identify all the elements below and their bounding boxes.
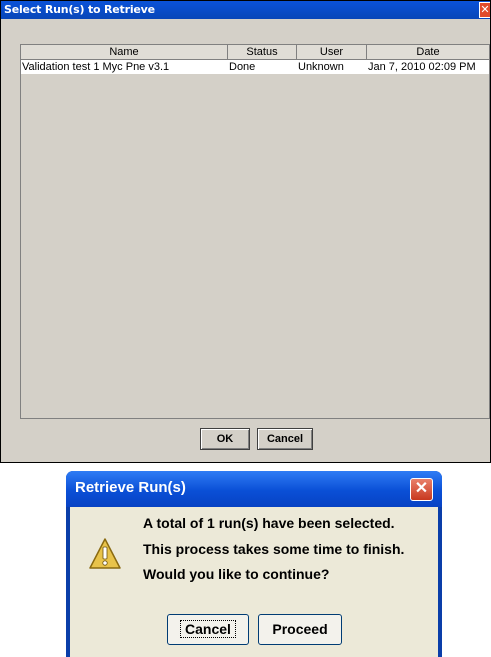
retrieve-confirm-dialog: Retrieve Run(s) ✕ A total of 1 run(s) ha… xyxy=(66,471,442,657)
cell-date: Jan 7, 2010 02:09 PM xyxy=(368,61,476,73)
message-line-3: Would you like to continue? xyxy=(143,566,330,582)
column-header-user[interactable]: User xyxy=(297,45,367,60)
proceed-button[interactable]: Proceed xyxy=(258,614,342,645)
message-line-1: A total of 1 run(s) have been selected. xyxy=(143,515,395,531)
cancel-button[interactable]: Cancel xyxy=(167,614,249,645)
close-icon[interactable]: ✕ xyxy=(410,478,433,501)
dialog-title: Retrieve Run(s) xyxy=(75,479,186,496)
dialog-body: A total of 1 run(s) have been selected. … xyxy=(70,507,438,657)
cell-user: Unknown xyxy=(298,61,344,73)
cancel-button-label: Cancel xyxy=(180,620,236,638)
select-runs-dialog: Select Run(s) to Retrieve ✕ Name Status … xyxy=(0,0,491,463)
table-header: Name Status User Date xyxy=(21,45,489,60)
cancel-button[interactable]: Cancel xyxy=(257,428,313,450)
column-header-date[interactable]: Date xyxy=(367,45,489,60)
column-header-status[interactable]: Status xyxy=(228,45,297,60)
table-row[interactable]: Validation test 1 Myc Pne v3.1 Done Unkn… xyxy=(21,60,489,74)
cell-name: Validation test 1 Myc Pne v3.1 xyxy=(22,61,170,73)
column-header-name[interactable]: Name xyxy=(21,45,228,60)
message-line-2: This process takes some time to finish. xyxy=(143,541,405,557)
title-bar[interactable]: Select Run(s) to Retrieve ✕ xyxy=(1,1,490,19)
ok-button[interactable]: OK xyxy=(200,428,250,450)
cell-status: Done xyxy=(229,61,256,73)
title-bar[interactable]: Retrieve Run(s) ✕ xyxy=(66,471,442,507)
close-icon[interactable]: ✕ xyxy=(479,2,490,18)
dialog-title: Select Run(s) to Retrieve xyxy=(4,3,155,16)
warning-icon xyxy=(89,538,121,569)
runs-table: Name Status User Date Validation test 1 … xyxy=(20,44,490,419)
